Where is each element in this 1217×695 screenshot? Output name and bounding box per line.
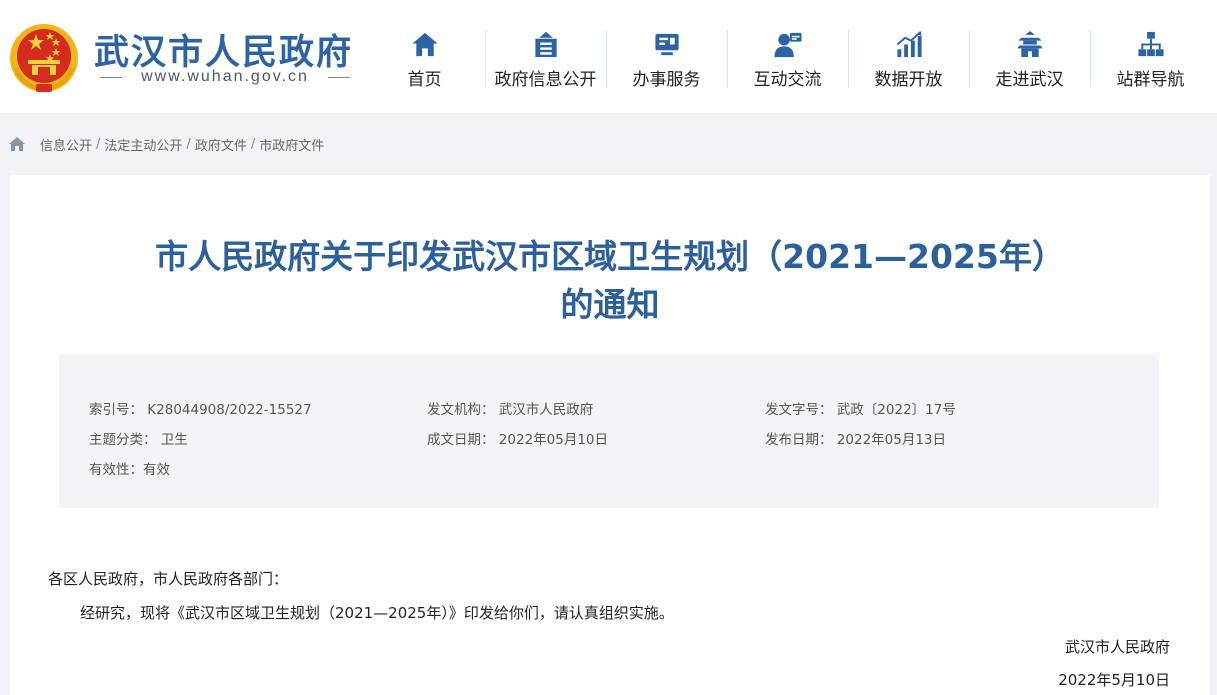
meta-value: 2022年05月10日 xyxy=(498,432,609,448)
nav-label: 站群导航 xyxy=(1116,70,1185,90)
nav-label: 办事服务 xyxy=(632,70,701,90)
divider-line xyxy=(328,76,350,78)
meta-created-date: 成文日期： 2022年05月10日 xyxy=(427,428,608,448)
breadcrumb-separator: / xyxy=(250,136,256,152)
meta-published-date: 发布日期： 2022年05月13日 xyxy=(765,428,946,448)
nav-item-data-open[interactable]: 数据开放 xyxy=(848,28,969,90)
document-title-line-1: 市人民政府关于印发武汉市区域卫生规划（2021—2025年） xyxy=(155,237,1065,276)
nav-item-info-disclosure[interactable]: 政府信息公开 xyxy=(485,28,606,90)
document-title-line-2: 的通知 xyxy=(560,285,660,324)
meta-label: 发文字号： xyxy=(765,402,833,418)
meta-label: 索引号： xyxy=(89,402,143,418)
breadcrumb-separator: / xyxy=(186,136,191,152)
divider-line xyxy=(100,76,122,78)
breadcrumb-item[interactable]: 政府文件 xyxy=(195,135,247,154)
data-chart-icon xyxy=(896,30,922,58)
meta-value: K28044908/2022-15527 xyxy=(147,402,312,418)
document-panel: 市人民政府关于印发武汉市区域卫生规划（2021—2025年） 的通知 索引号： … xyxy=(10,175,1210,695)
meta-value: 卫生 xyxy=(160,432,188,448)
landmark-icon xyxy=(1016,30,1043,58)
meta-issuer: 发文机构： 武汉市人民政府 xyxy=(427,398,593,418)
nav-item-interaction[interactable]: 互动交流 xyxy=(727,28,848,90)
nav-label: 政府信息公开 xyxy=(494,70,597,90)
meta-label: 成文日期： xyxy=(427,432,495,448)
meta-value: 2022年05月13日 xyxy=(836,432,947,448)
home-icon[interactable] xyxy=(8,136,26,152)
nav-label: 数据开放 xyxy=(874,70,943,90)
nav-item-site-navigation[interactable]: 站群导航 xyxy=(1090,28,1211,90)
meta-value: 武汉市人民政府 xyxy=(498,402,594,418)
meta-index: 索引号： K28044908/2022-15527 xyxy=(89,398,312,418)
site-header: 武汉市人民政府 www.wuhan.gov.cn 首页 政府信息公开 办事服务 … xyxy=(0,0,1217,113)
nav-item-about-wuhan[interactable]: 走进武汉 xyxy=(969,28,1090,90)
document-metadata: 索引号： K28044908/2022-15527 发文机构： 武汉市人民政府 … xyxy=(59,354,1159,508)
breadcrumb-item[interactable]: 市政府文件 xyxy=(259,135,324,154)
signature-date: 2022年5月10日 xyxy=(1058,671,1170,689)
meta-validity: 有效性：有效 xyxy=(89,458,170,478)
meta-doc-number: 发文字号： 武政〔2022〕17号 xyxy=(765,398,956,418)
breadcrumb-item[interactable]: 信息公开 xyxy=(40,135,92,154)
service-icon xyxy=(654,33,679,56)
sitemap-icon xyxy=(1137,31,1164,57)
site-url: www.wuhan.gov.cn xyxy=(141,68,309,85)
home-icon xyxy=(411,32,438,57)
national-emblem-logo[interactable] xyxy=(8,20,80,96)
nav-label: 首页 xyxy=(407,70,442,90)
meta-label: 发布日期： xyxy=(765,432,833,448)
breadcrumb-item[interactable]: 法定主动公开 xyxy=(104,135,182,154)
salutation: 各区人民政府，市人民政府各部门： xyxy=(48,570,289,588)
breadcrumb-separator: / xyxy=(96,136,101,152)
meta-label: 主题分类： xyxy=(89,432,157,448)
nav-label: 走进武汉 xyxy=(995,70,1064,90)
body-paragraph: 经研究，现将《武汉市区域卫生规划（2021—2025年）》印发给你们，请认真组织… xyxy=(80,604,674,622)
signature: 武汉市人民政府 xyxy=(1064,638,1170,656)
nav-item-home[interactable]: 首页 xyxy=(364,28,485,90)
interaction-icon xyxy=(773,32,802,58)
meta-topic: 主题分类： 卫生 xyxy=(89,428,188,448)
nav-label: 互动交流 xyxy=(753,70,822,90)
info-disclosure-icon xyxy=(534,31,557,58)
meta-value: 武政〔2022〕17号 xyxy=(836,402,956,418)
main-nav: 首页 政府信息公开 办事服务 互动交流 数据开放 走进武汉 站群导航 xyxy=(364,28,1211,90)
meta-label: 有效性： xyxy=(89,462,143,478)
document-title: 市人民政府关于印发武汉市区域卫生规划（2021—2025年） 的通知 xyxy=(10,233,1210,329)
breadcrumb: 信息公开 / 法定主动公开 / 政府文件 / 市政府文件 xyxy=(8,133,324,155)
site-url-row: www.wuhan.gov.cn xyxy=(100,66,350,88)
meta-label: 发文机构： xyxy=(427,402,495,418)
nav-item-service[interactable]: 办事服务 xyxy=(606,28,727,90)
meta-value: 有效 xyxy=(143,462,170,478)
